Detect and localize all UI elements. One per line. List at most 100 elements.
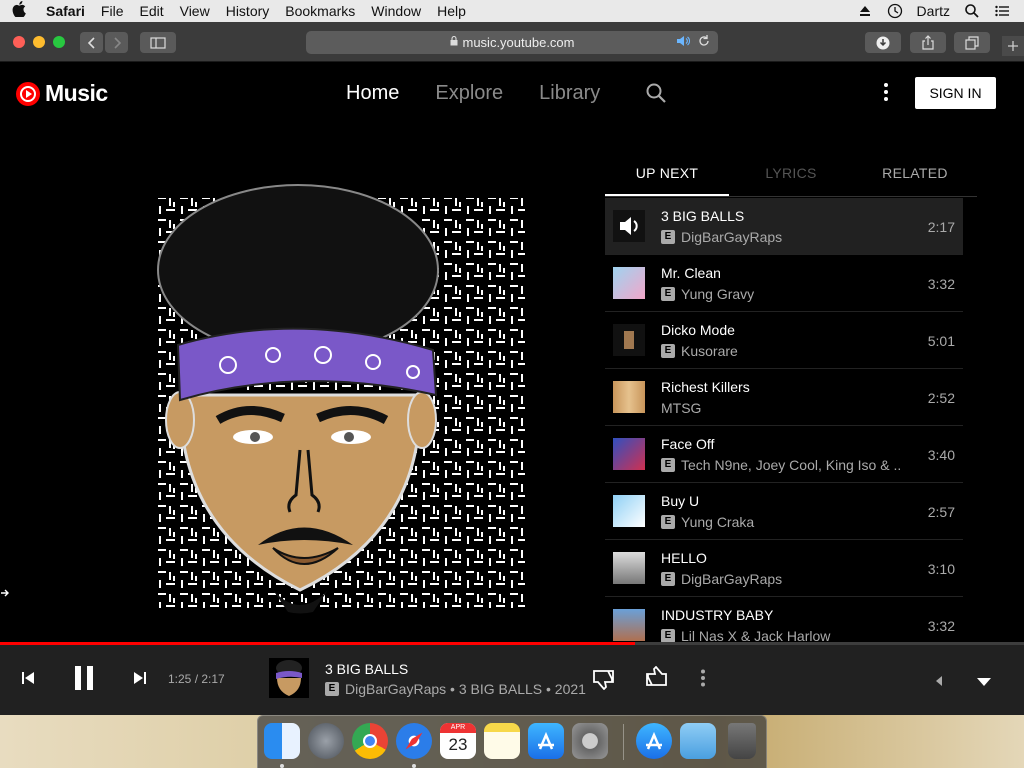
reload-icon[interactable] [698, 34, 710, 51]
nav-tab-home[interactable]: Home [346, 82, 399, 105]
pause-icon[interactable] [72, 664, 96, 697]
explicit-badge: E [661, 287, 675, 301]
more-options-icon[interactable] [876, 82, 896, 106]
tab-related[interactable]: RELATED [853, 155, 977, 196]
now-playing-thumbnail [269, 658, 309, 698]
queue-item-thumbnail [613, 324, 645, 356]
downloads-folder-icon[interactable] [680, 723, 716, 759]
queue-item-artist-name: MTSG [661, 400, 702, 416]
sign-in-button[interactable]: SIGN IN [915, 77, 996, 109]
menu-file[interactable]: File [93, 0, 132, 22]
nav-tab-explore[interactable]: Explore [435, 82, 503, 105]
previous-track-icon[interactable] [20, 670, 36, 691]
system-preferences-icon[interactable] [572, 723, 608, 759]
trash-icon[interactable] [728, 723, 756, 759]
youtube-music-logo[interactable]: Music [16, 80, 108, 107]
queue-item-artist-name: DigBarGayRaps [681, 229, 783, 245]
menu-app-safari[interactable]: Safari [38, 0, 93, 22]
window-fullscreen-button[interactable] [53, 36, 65, 48]
queue-item-artist-name: Lil Nas X & Jack Harlow [681, 628, 831, 642]
new-tab-button[interactable] [1002, 36, 1024, 56]
window-minimize-button[interactable] [33, 36, 45, 48]
app-header: Music Home Explore Library SIGN IN [0, 62, 1024, 126]
now-playing-thumbnail [613, 210, 645, 242]
time-machine-icon[interactable] [887, 3, 903, 19]
main-nav: Home Explore Library [346, 82, 636, 105]
user-name[interactable]: Dartz [917, 3, 950, 19]
notes-icon[interactable] [484, 723, 520, 759]
queue-item[interactable]: INDUSTRY BABY E Lil Nas X & Jack Harlow 3… [605, 597, 963, 642]
downloads-button[interactable] [865, 32, 901, 53]
queue-item-title: Buy U [661, 493, 700, 509]
player-more-options-icon[interactable] [700, 669, 706, 692]
dock-separator [623, 724, 624, 760]
tab-lyrics[interactable]: LYRICS [729, 155, 853, 196]
tab-up-next[interactable]: UP NEXT [605, 155, 729, 196]
queue-item-title: Richest Killers [661, 379, 750, 395]
queue-item-duration: 5:01 [927, 333, 955, 349]
calendar-icon[interactable]: APR 23 [440, 723, 476, 759]
queue-item-duration: 2:52 [927, 390, 955, 406]
explicit-badge: E [661, 344, 675, 358]
notification-center-icon[interactable] [994, 3, 1010, 19]
app-store-icon[interactable] [528, 723, 564, 759]
menu-edit[interactable]: Edit [131, 0, 171, 22]
now-playing-subtitle: E DigBarGayRaps • 3 BIG BALLS • 2021 [325, 681, 586, 697]
app-store-download-icon[interactable] [636, 723, 672, 759]
queue-item[interactable]: Face Off E Tech N9ne, Joey Cool, King Iso… [605, 426, 963, 483]
queue-item-artist: E Yung Craka [661, 514, 901, 530]
menu-bookmarks[interactable]: Bookmarks [277, 0, 363, 22]
nav-tab-library[interactable]: Library [539, 82, 600, 105]
tab-overview-button[interactable] [954, 32, 990, 53]
queue-item-duration: 2:17 [927, 219, 955, 235]
launchpad-icon[interactable] [308, 723, 344, 759]
back-button[interactable] [80, 32, 103, 53]
search-icon[interactable] [645, 82, 669, 106]
youtube-music-logo-icon [16, 81, 40, 106]
queue-item[interactable]: Richest Killers MTSG 2:52 [605, 369, 963, 426]
menu-help[interactable]: Help [429, 0, 474, 22]
chrome-icon[interactable] [352, 723, 388, 759]
menu-history[interactable]: History [218, 0, 278, 22]
dislike-icon[interactable] [592, 668, 616, 695]
forward-button[interactable] [105, 32, 128, 53]
explicit-badge: E [661, 230, 675, 244]
queue-item[interactable]: Mr. Clean E Yung Gravy 3:32 [605, 255, 963, 312]
speaker-playing-icon [620, 217, 638, 235]
queue-item-duration: 3:32 [927, 276, 955, 292]
queue-item-title: Dicko Mode [661, 322, 735, 338]
queue-item[interactable]: Buy U E Yung Craka 2:57 [605, 483, 963, 540]
next-track-icon[interactable] [132, 670, 148, 691]
queue-item[interactable]: 3 BIG BALLS E DigBarGayRaps 2:17 [605, 198, 963, 255]
like-icon[interactable] [644, 665, 668, 693]
safari-icon[interactable] [396, 723, 432, 759]
queue-item-artist-name: DigBarGayRaps [681, 571, 783, 587]
expand-player-icon[interactable] [976, 674, 992, 692]
sidebar-toggle-button[interactable] [140, 32, 176, 53]
queue-item-artist: E Yung Gravy [661, 286, 901, 302]
menu-view[interactable]: View [172, 0, 218, 22]
audio-playing-icon[interactable] [676, 34, 690, 51]
playback-time: 1:25 / 2:17 [168, 672, 225, 686]
queue-item-title: INDUSTRY BABY [661, 607, 774, 623]
queue-item[interactable]: Dicko Mode E Kusorare 5:01 [605, 312, 963, 369]
eject-icon[interactable] [857, 3, 873, 19]
queue-item-artist: MTSG [661, 400, 901, 416]
calendar-day: 23 [448, 735, 468, 754]
queue-item-artist: E Tech N9ne, Joey Cool, King Iso & ... [661, 457, 901, 473]
finder-icon[interactable] [264, 723, 300, 759]
spotlight-search-icon[interactable] [964, 3, 980, 19]
apple-menu-icon[interactable] [0, 1, 38, 21]
now-playing-title[interactable]: 3 BIG BALLS [325, 661, 408, 677]
queue-item-duration: 3:40 [927, 447, 955, 463]
share-button[interactable] [910, 32, 946, 53]
address-bar[interactable]: music.youtube.com [306, 31, 718, 54]
player-bar: 1:25 / 2:17 3 BIG BALLS E DigBarGayRaps •… [0, 645, 1024, 715]
window-close-button[interactable] [13, 36, 25, 48]
queue-item[interactable]: HELLO E DigBarGayRaps 3:10 [605, 540, 963, 597]
queue-item-duration: 3:32 [927, 618, 955, 634]
menu-window[interactable]: Window [363, 0, 429, 22]
calendar-month: APR [440, 723, 476, 733]
caret-left-icon[interactable] [935, 673, 943, 691]
share-icon [922, 35, 934, 50]
